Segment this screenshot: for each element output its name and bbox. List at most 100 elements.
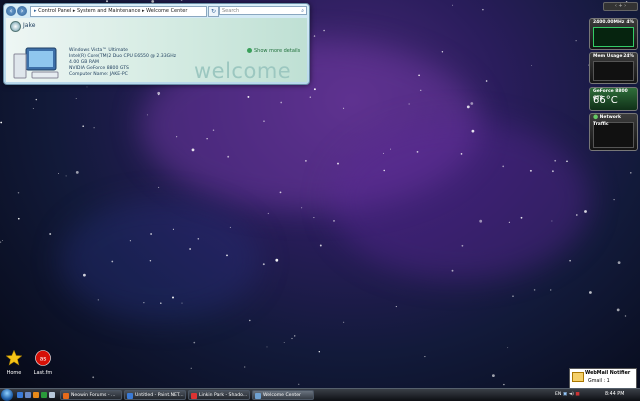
star bbox=[82, 125, 85, 128]
star bbox=[49, 233, 52, 235]
star bbox=[129, 240, 131, 242]
star bbox=[305, 160, 307, 162]
star bbox=[229, 226, 231, 228]
user-avatar-icon bbox=[10, 21, 21, 32]
star bbox=[395, 306, 397, 308]
show-more-details-link[interactable]: Show more details bbox=[247, 48, 300, 54]
forward-button[interactable]: › bbox=[17, 6, 27, 16]
system-info: Windows Vista™ Ultimate Intel(R) Core(TM… bbox=[69, 48, 176, 78]
sidebar-controls[interactable]: ‹ + › bbox=[603, 2, 638, 11]
star bbox=[106, 0, 108, 3]
quicklaunch-more-icon[interactable] bbox=[49, 392, 55, 398]
star bbox=[189, 248, 191, 250]
lastfm-icon: as bbox=[35, 350, 51, 366]
music-task-icon bbox=[191, 393, 197, 399]
webmail-notifier-popup[interactable]: WebMail Notifier Gmail : 1 bbox=[569, 368, 637, 389]
taskbar-button-paint[interactable]: Untitled - Paint.NET... bbox=[124, 390, 186, 400]
start-button[interactable] bbox=[1, 389, 13, 401]
computer-icon bbox=[13, 47, 59, 79]
star bbox=[313, 217, 315, 219]
security-icon[interactable]: ■ bbox=[575, 392, 579, 397]
address-bar[interactable]: ▸ Control Panel ▸ System and Maintenance… bbox=[30, 6, 207, 17]
memory-meter-gadget[interactable]: Mem Usage 24% bbox=[589, 52, 638, 84]
star bbox=[613, 198, 615, 201]
star bbox=[65, 175, 67, 177]
gpu-title: GeForce 8800 GTS bbox=[593, 89, 628, 101]
star bbox=[190, 367, 192, 369]
star bbox=[244, 366, 246, 368]
cpu-meter-gadget[interactable]: 2400.00MHz 4% bbox=[589, 18, 638, 50]
star bbox=[92, 376, 95, 379]
mem-graph bbox=[593, 61, 634, 81]
show-desktop-icon[interactable] bbox=[17, 392, 23, 398]
notifier-title: WebMail Notifier bbox=[585, 371, 631, 376]
network-traffic-gadget[interactable]: ⬤ Network Traffic bbox=[589, 113, 638, 151]
star bbox=[408, 103, 410, 105]
star bbox=[181, 302, 183, 304]
star bbox=[143, 302, 145, 304]
language-icon[interactable]: EN bbox=[555, 392, 561, 397]
switch-windows-icon[interactable] bbox=[25, 392, 31, 398]
expand-icon bbox=[247, 48, 252, 53]
star bbox=[280, 101, 283, 104]
star bbox=[150, 233, 152, 235]
star bbox=[479, 219, 483, 223]
star bbox=[97, 299, 99, 301]
star bbox=[460, 153, 463, 155]
star bbox=[283, 341, 285, 343]
star bbox=[0, 121, 3, 124]
taskbar-button-welcome-center[interactable]: Welcome Center bbox=[252, 390, 314, 400]
star bbox=[382, 152, 385, 154]
star bbox=[197, 238, 200, 240]
task-label: Linkin Park - Shado... bbox=[199, 393, 248, 398]
star bbox=[461, 244, 464, 247]
taskbar-button-neowin[interactable]: Neowin Forums - ... bbox=[60, 390, 122, 400]
star bbox=[294, 335, 296, 337]
star bbox=[75, 171, 79, 174]
network-tray-icon[interactable]: ▣ bbox=[563, 392, 567, 397]
star bbox=[520, 216, 523, 219]
paint-task-icon bbox=[127, 393, 133, 399]
star bbox=[554, 159, 557, 162]
star bbox=[343, 321, 345, 323]
star bbox=[275, 258, 279, 262]
star bbox=[624, 315, 627, 317]
star bbox=[17, 217, 20, 220]
star bbox=[502, 165, 505, 168]
back-button[interactable]: ‹ bbox=[6, 6, 16, 16]
notifier-count: Gmail : 1 bbox=[588, 379, 610, 384]
star bbox=[313, 88, 316, 91]
search-icon[interactable]: ⌕ bbox=[301, 7, 304, 16]
star bbox=[172, 228, 174, 230]
star bbox=[83, 273, 86, 277]
media-icon[interactable] bbox=[41, 392, 47, 398]
star bbox=[291, 337, 293, 340]
star bbox=[503, 383, 505, 386]
star bbox=[616, 308, 620, 312]
mem-title: Mem Usage bbox=[593, 54, 623, 59]
star bbox=[17, 192, 20, 194]
cpu-graph bbox=[593, 27, 634, 47]
clock[interactable]: 8:44 PM bbox=[605, 389, 624, 401]
welcome-center-window[interactable]: ‹ › ▸ Control Panel ▸ System and Mainten… bbox=[3, 3, 310, 85]
desktop-icon-home[interactable]: Home bbox=[3, 349, 25, 376]
taskbar-button-music[interactable]: Linkin Park - Shado... bbox=[188, 390, 250, 400]
gpu-temp-gadget[interactable]: GeForce 8800 GTS 66°C bbox=[589, 87, 638, 111]
star bbox=[323, 29, 325, 32]
desktop-icon-lastfm[interactable]: as Last.fm bbox=[32, 350, 54, 376]
star bbox=[390, 148, 391, 150]
star bbox=[212, 129, 215, 131]
volume-icon[interactable]: ◄) bbox=[569, 392, 574, 397]
refresh-button[interactable]: ↻ bbox=[208, 6, 219, 17]
star bbox=[452, 4, 454, 6]
svg-text:as: as bbox=[40, 356, 47, 363]
firefox-icon[interactable] bbox=[33, 392, 39, 398]
breadcrumb-system-maintenance[interactable]: System and Maintenance bbox=[77, 8, 140, 14]
star bbox=[176, 136, 178, 138]
breadcrumb-control-panel[interactable]: Control Panel bbox=[38, 8, 71, 14]
breadcrumb-welcome-center[interactable]: Welcome Center bbox=[146, 8, 187, 14]
star bbox=[343, 107, 345, 109]
search-input[interactable]: Search ⌕ bbox=[219, 6, 307, 15]
search-placeholder: Search bbox=[222, 8, 240, 14]
star bbox=[418, 74, 420, 77]
